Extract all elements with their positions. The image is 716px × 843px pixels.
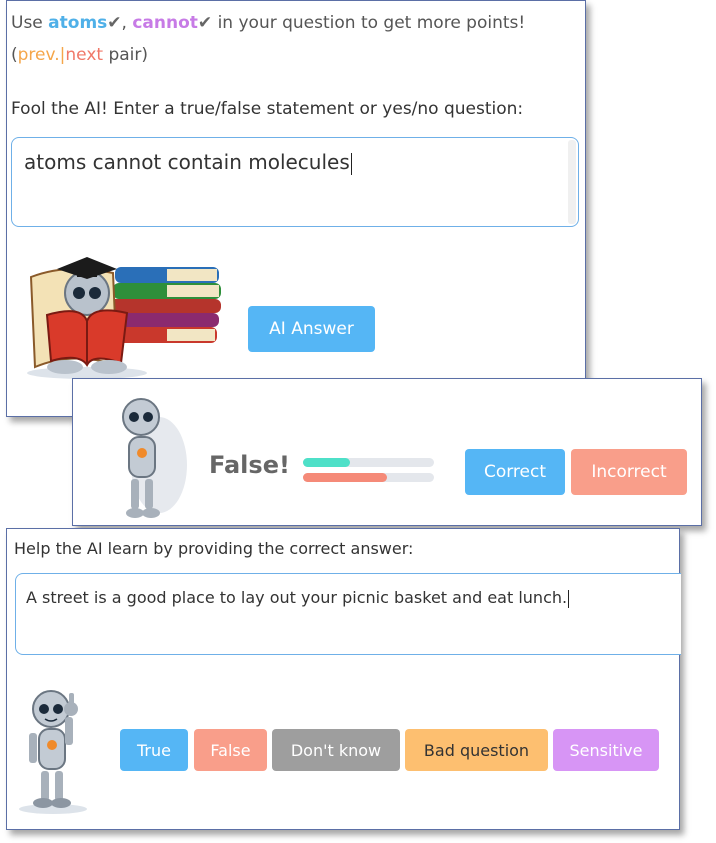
robot-thinking-illustration xyxy=(122,398,187,518)
correct-button[interactable]: Correct xyxy=(465,449,565,495)
prev-pair-link[interactable]: prev. xyxy=(18,45,60,65)
true-probability-bar xyxy=(303,458,434,467)
nav-close-paren: pair) xyxy=(103,45,149,65)
answer-dont-know-button[interactable]: Don't know xyxy=(272,729,400,771)
result-card: False! Correct Incorrect xyxy=(72,378,702,526)
question-input[interactable]: atoms cannot contain molecules xyxy=(11,137,579,227)
keyword-atoms: atoms xyxy=(48,13,108,33)
hint-comma: , xyxy=(121,13,133,33)
nav-open-paren: ( xyxy=(11,45,18,65)
text-caret xyxy=(568,589,570,608)
question-text: atoms cannot contain molecules xyxy=(24,150,352,175)
hint-prefix: Use xyxy=(11,13,49,33)
answer-true-button[interactable]: True xyxy=(120,729,188,771)
ai-answer-button[interactable]: AI Answer xyxy=(248,306,375,352)
pair-nav: (prev.|next pair) xyxy=(11,45,148,65)
answer-bad-question-button[interactable]: Bad question xyxy=(405,729,548,771)
incorrect-button[interactable]: Incorrect xyxy=(571,449,687,495)
text-caret xyxy=(350,152,352,175)
ai-verdict: False! xyxy=(209,451,290,479)
question-card: Use atoms✔, cannot✔ in your question to … xyxy=(6,0,586,417)
help-prompt: Help the AI learn by providing the corre… xyxy=(14,539,414,558)
robot-thumbs-up-illustration xyxy=(19,690,87,814)
next-pair-link[interactable]: next xyxy=(65,45,103,65)
hint-suffix: in your question to get more points! xyxy=(212,13,526,33)
false-probability-fill xyxy=(303,473,387,482)
false-probability-bar xyxy=(303,473,434,482)
true-probability-fill xyxy=(303,458,351,467)
question-scrollbar[interactable] xyxy=(568,140,576,224)
question-value: atoms cannot contain molecules xyxy=(24,150,350,174)
keyword-hint: Use atoms✔, cannot✔ in your question to … xyxy=(11,13,525,33)
robot-reading-books-illustration xyxy=(27,257,221,379)
answer-text: A street is a good place to lay out your… xyxy=(26,588,570,608)
feedback-card: Help the AI learn by providing the corre… xyxy=(6,528,681,830)
keyword-cannot: cannot xyxy=(132,13,198,33)
answer-false-button[interactable]: False xyxy=(194,729,267,771)
answer-value: A street is a good place to lay out your… xyxy=(26,588,568,607)
correct-answer-input[interactable]: A street is a good place to lay out your… xyxy=(15,573,681,655)
answer-sensitive-button[interactable]: Sensitive xyxy=(553,729,659,771)
check-icon: ✔ xyxy=(107,13,122,33)
check-icon: ✔ xyxy=(197,13,213,33)
question-prompt: Fool the AI! Enter a true/false statemen… xyxy=(11,99,524,119)
